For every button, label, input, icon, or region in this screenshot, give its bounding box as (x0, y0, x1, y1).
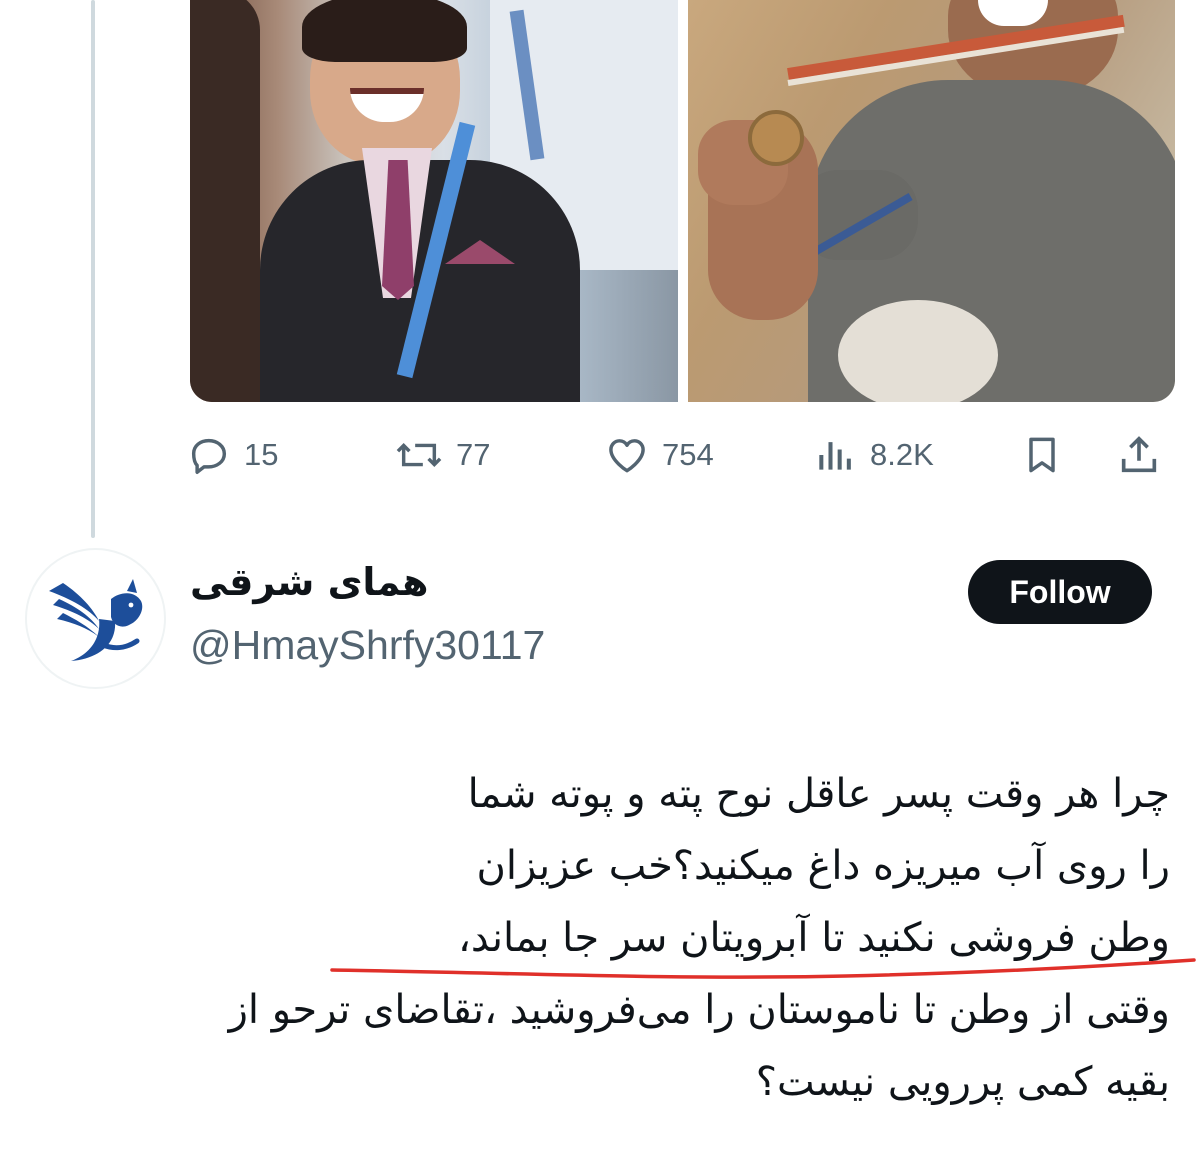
reply-count: 15 (244, 437, 279, 472)
avatar[interactable] (25, 548, 166, 689)
repost-icon (396, 442, 442, 468)
media-photo-right[interactable] (687, 0, 1175, 402)
tweet-thread-view: 15 77 754 8.2K همای شرقی @HmayShrfy30117… (0, 0, 1200, 1160)
like-count: 754 (662, 437, 714, 472)
tweet-text-line: چرا هر وقت پسر عاقل نوح پته و پوته شما (467, 771, 1170, 817)
reply-icon (191, 438, 227, 474)
share-icon (1121, 436, 1157, 473)
repost-button[interactable]: 77 (394, 428, 490, 482)
thread-connector-line (91, 0, 95, 538)
views-count: 8.2K (870, 437, 934, 472)
bookmark-button[interactable] (1020, 428, 1064, 482)
reply-button[interactable]: 15 (186, 428, 278, 482)
views-icon (819, 442, 851, 470)
share-button[interactable] (1116, 428, 1162, 482)
like-icon (609, 439, 645, 473)
red-hand-drawn-underline (330, 958, 1196, 979)
like-button[interactable]: 754 (604, 428, 714, 482)
tweet-text: چرا هر وقت پسر عاقل نوح پته و پوته شما ر… (60, 758, 1170, 1118)
tweet-media-grid[interactable] (190, 0, 1175, 402)
media-photo-left[interactable] (190, 0, 678, 402)
tweet-action-bar: 15 77 754 8.2K (186, 428, 1176, 482)
tweet-text-line: بقیه کمی پررویی نیست؟ (755, 1059, 1170, 1105)
bookmark-icon (1029, 437, 1055, 473)
views-button[interactable]: 8.2K (814, 428, 934, 482)
tweet-text-line: را روی آب میریزه داغ میکنید؟خب عزیزان (476, 843, 1170, 889)
follow-button[interactable]: Follow (968, 560, 1152, 624)
user-handle[interactable]: @HmayShrfy30117 (190, 622, 545, 669)
repost-count: 77 (456, 437, 491, 472)
display-name[interactable]: همای شرقی (190, 560, 428, 604)
homa-logo-icon (48, 578, 142, 661)
